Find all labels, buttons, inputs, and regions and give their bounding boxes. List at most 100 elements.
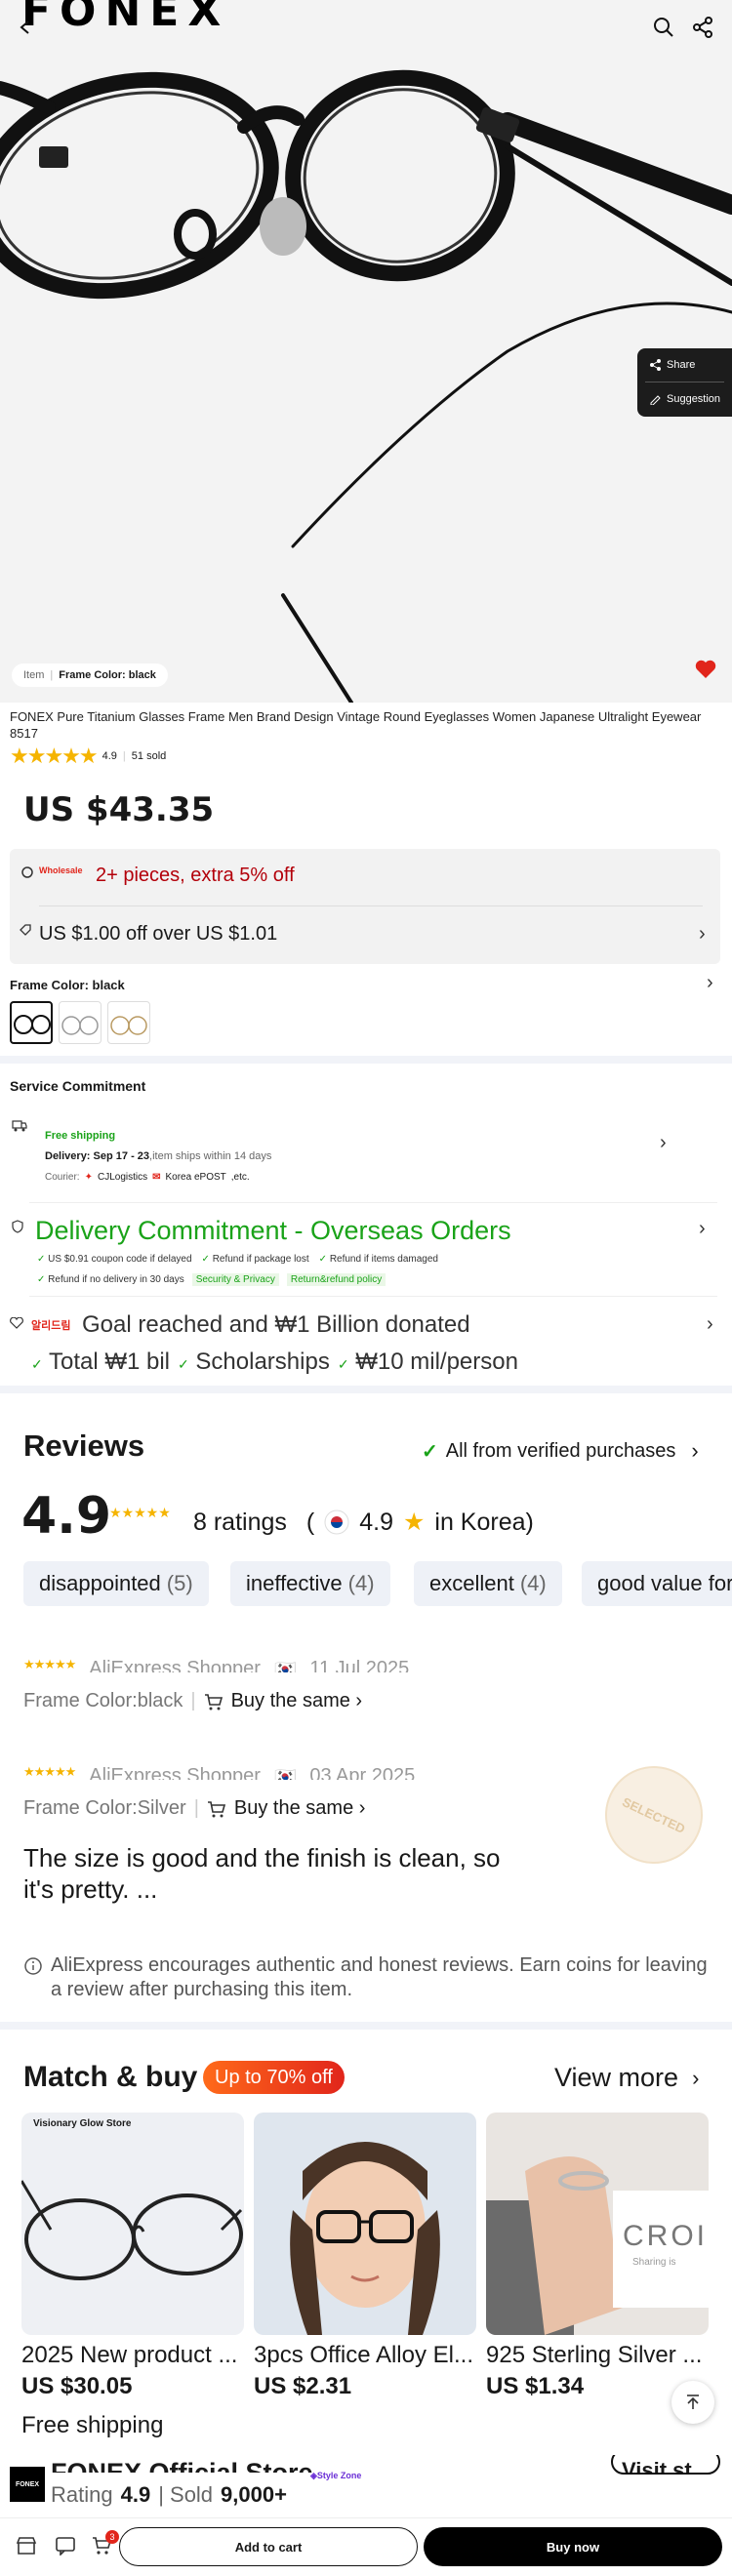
- row-divider: [29, 1202, 717, 1203]
- verified-purchases-link[interactable]: ✓ All from verified purchases ›: [422, 1438, 699, 1464]
- truck-icon: [12, 1120, 27, 1132]
- add-to-cart-button[interactable]: Add to cart: [119, 2527, 418, 2566]
- check-icon: ✓: [422, 1440, 438, 1463]
- promotion-box[interactable]: Wholesale 2+ pieces, extra 5% off US $1.…: [10, 849, 720, 964]
- brand-logo: FONEX: [21, 0, 230, 36]
- review-tag-good-value[interactable]: good value for: [582, 1561, 732, 1606]
- product-price-1: US $30.05: [21, 2373, 133, 2399]
- variant-chip[interactable]: Item | Frame Color: black: [12, 664, 168, 687]
- chevron-right-icon[interactable]: ›: [707, 972, 713, 994]
- product-card-image-3[interactable]: CROI Sharing is: [486, 2113, 709, 2335]
- store-rating: 4.9: [120, 2482, 151, 2507]
- product-shipping-1: Free shipping: [21, 2412, 164, 2438]
- review-tag-ineffective[interactable]: ineffective (4): [230, 1561, 390, 1606]
- korea-flag-icon: [324, 1509, 349, 1535]
- delivery-suffix: ,item ships within 14 days: [149, 1150, 272, 1162]
- back-to-top-button[interactable]: [671, 2381, 714, 2424]
- review-tag-excellent[interactable]: excellent (4): [414, 1561, 562, 1606]
- commit-1: ✓ US $0.91 coupon code if delayed: [37, 1254, 192, 1265]
- product-photo-glasses: [0, 69, 732, 703]
- sold-count: 51 sold: [131, 750, 167, 762]
- product-image-gallery[interactable]: FONEX Share Suggestion Item | Frame Colo…: [0, 0, 732, 703]
- product-rating-row[interactable]: ★★★★★ 4.9 | 51 sold: [10, 744, 166, 769]
- glasses-thumb-icon: [110, 1016, 147, 1035]
- chevron-right-icon: ›: [707, 1313, 713, 1335]
- coupon-circle-icon: [21, 866, 33, 878]
- review-variant: Frame Color:Silver: [23, 1797, 186, 1819]
- delivery-line: Delivery: Sep 17 - 23,item ships within …: [45, 1150, 271, 1162]
- discount-badge: Up to 70% off: [203, 2061, 345, 2094]
- ratings-count: 8 ratings: [193, 1508, 287, 1536]
- back-arrow-icon: [20, 20, 29, 34]
- star-icon: ★: [402, 1509, 426, 1536]
- visit-store-button[interactable]: Visit st...: [611, 2455, 720, 2475]
- free-shipping-label: Free shipping: [45, 1130, 116, 1142]
- delivery-dates: Sep 17 - 23: [93, 1150, 150, 1162]
- courier-label: Courier:: [45, 1172, 80, 1183]
- product-card-image-2[interactable]: [254, 2113, 476, 2335]
- share-icon: [693, 17, 712, 38]
- side-share-button[interactable]: Share: [637, 348, 732, 382]
- search-icon: [654, 18, 673, 37]
- chat-icon[interactable]: [55, 2536, 76, 2556]
- chip-variant-label: Frame Color: black: [59, 669, 156, 681]
- reviewer-name: AliExpress Shopper: [89, 1658, 261, 1672]
- review-date: 03 Apr 2025: [309, 1765, 416, 1780]
- commit-3: ✓ Refund if items damaged: [318, 1254, 438, 1265]
- heart-outline-icon: [10, 1317, 23, 1329]
- pencil-icon: [650, 395, 661, 405]
- buy-same-link[interactable]: Buy the same ›: [234, 1797, 366, 1820]
- side-suggestion-button[interactable]: Suggestion: [637, 382, 732, 416]
- delivery-prefix: Delivery:: [45, 1150, 91, 1162]
- review-variant-row-2: Frame Color:Silver | Buy the same ›: [23, 1797, 365, 1820]
- search-button[interactable]: [644, 8, 683, 47]
- security-badge: Security & Privacy: [191, 1273, 279, 1286]
- buy-now-button[interactable]: Buy now: [424, 2527, 722, 2566]
- tag-icon: [20, 924, 31, 936]
- korea-score: 4.9: [359, 1508, 393, 1536]
- coupon-offer: US $1.00 off over US $1.01: [39, 923, 278, 945]
- chip-item-label: Item: [23, 669, 45, 681]
- view-more-link[interactable]: View more ›: [554, 2063, 699, 2093]
- open-paren: (: [305, 1508, 315, 1536]
- share-small-icon: [650, 359, 661, 371]
- share-button[interactable]: [683, 8, 722, 47]
- buy-same-link[interactable]: Buy the same ›: [231, 1690, 363, 1712]
- wishlist-heart-icon[interactable]: [695, 660, 716, 679]
- separator: |: [190, 1690, 196, 1711]
- store-icon[interactable]: [16, 2536, 37, 2556]
- shield-icon: [12, 1220, 23, 1233]
- variant-thumb-silver[interactable]: [59, 1001, 102, 1044]
- product-card-image-1[interactable]: Visionary Glow Store: [21, 2113, 244, 2335]
- product-title-3[interactable]: 925 Sterling Silver ...: [486, 2342, 709, 2369]
- donation-title: Goal reached and ₩1 Billion donated: [82, 1311, 470, 1338]
- side-action-popup: Share Suggestion: [637, 348, 732, 417]
- match-buy-heading: Match & buy: [23, 2061, 198, 2093]
- variant-thumb-gold[interactable]: [107, 1001, 150, 1044]
- variant-thumb-black[interactable]: [10, 1001, 53, 1044]
- review-variant-row-1: Frame Color:black | Buy the same ›: [23, 1690, 362, 1712]
- score-stars-icon: ★★★★★: [109, 1505, 171, 1520]
- store-bar[interactable]: FONEX FONEX Official Store ◈Style Zone R…: [0, 2455, 732, 2517]
- product-title-1[interactable]: 2025 New product ...: [21, 2342, 244, 2369]
- view-more-label: View more: [554, 2063, 679, 2092]
- shipping-row[interactable]: Free shipping Delivery: Sep 17 - 23,item…: [0, 1112, 732, 1200]
- frame-color-label: Frame Color: black: [10, 978, 125, 992]
- store-name[interactable]: FONEX Official Store: [51, 2455, 313, 2473]
- review-tag-disappointed[interactable]: disappointed (5): [23, 1561, 209, 1606]
- cart-icon: [207, 1800, 225, 1817]
- delivery-commitment-row[interactable]: Delivery Commitment - Overseas Orders ✓ …: [0, 1210, 732, 1293]
- product-title-2[interactable]: 3pcs Office Alloy El...: [254, 2342, 476, 2369]
- cart-count-badge: 3: [105, 2530, 119, 2544]
- review-header-1: ★★★★★ AliExpress Shopper 🇰🇷 11 Jul 2025: [23, 1651, 433, 1672]
- review-text[interactable]: The size is good and the finish is clean…: [23, 1842, 511, 1905]
- back-button[interactable]: [6, 8, 45, 47]
- separator: |: [193, 1797, 199, 1819]
- commitment-list-1: ✓ US $0.91 coupon code if delayed ✓ Refu…: [37, 1254, 438, 1265]
- commit-2: ✓ Refund if package lost: [201, 1254, 309, 1265]
- review-date: 11 Jul 2025: [309, 1658, 410, 1672]
- donation-badge: 알리드림: [31, 1320, 71, 1332]
- style-zone-icon: ◈: [310, 2471, 317, 2480]
- store-sold-label: | Sold: [158, 2482, 214, 2507]
- donation-row[interactable]: 알리드림 Goal reached and ₩1 Billion donated…: [0, 1304, 732, 1382]
